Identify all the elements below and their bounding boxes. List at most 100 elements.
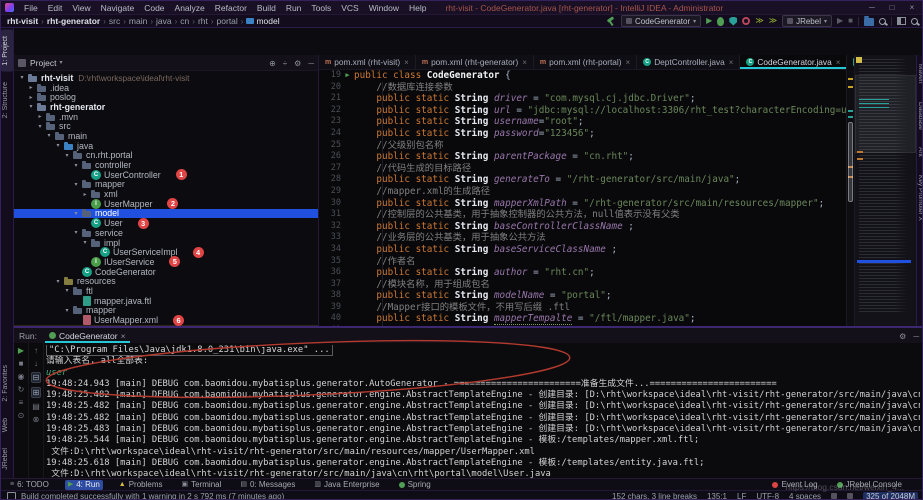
menu-edit[interactable]: Edit	[43, 3, 68, 13]
tree-arrow-icon[interactable]: ▾	[63, 307, 71, 314]
tree-arrow-icon[interactable]: ▾	[72, 181, 80, 188]
tree-item-user[interactable]: CUser3	[14, 218, 318, 228]
breadcrumb-item-rht-visit[interactable]: rht-visit	[7, 16, 38, 26]
editor-tab-pom-xml-rht-portal-[interactable]: mpom.xml (rht-portal)×	[534, 55, 637, 69]
breadcrumb-item-cn[interactable]: cn	[180, 16, 189, 26]
code-minimap[interactable]	[854, 55, 916, 353]
find-in-path-button[interactable]	[879, 18, 886, 25]
tree-item-poslog[interactable]: ▸poslog	[14, 92, 318, 102]
tool-strip-1-project[interactable]: 1: Project	[1, 30, 13, 72]
toolwindow-event-log[interactable]: Event Log	[769, 480, 820, 490]
menu-run[interactable]: Run	[281, 3, 307, 13]
tree-item-codegenerator[interactable]: CCodeGenerator	[14, 267, 318, 277]
tree-item-service[interactable]: ▾service	[14, 228, 318, 238]
restore-layout-button[interactable]: ↻	[18, 385, 25, 394]
debug-button[interactable]	[717, 17, 724, 26]
tree-item-controller[interactable]: ▾controller	[14, 160, 318, 170]
soft-wrap-button[interactable]: ⊟	[31, 372, 42, 383]
status-widget-1[interactable]: 135:1	[707, 492, 727, 500]
up-stacktrace-button[interactable]: ↑	[34, 346, 38, 355]
tool-strip-ant[interactable]: Ant	[917, 147, 923, 157]
breadcrumb-item-model[interactable]: model	[246, 16, 279, 26]
collapse-all-button[interactable]: ÷	[283, 59, 287, 68]
attach-button[interactable]: ▶	[837, 16, 843, 26]
toolwindow-4-run[interactable]: ▶4: Run	[65, 480, 103, 490]
tool-strip-maven[interactable]: Maven	[917, 64, 923, 84]
tree-item-userserviceimpl[interactable]: CUserServiceImpl4	[14, 247, 318, 257]
menu-analyze[interactable]: Analyze	[170, 3, 210, 13]
menu-build[interactable]: Build	[252, 3, 281, 13]
pin-button[interactable]: ⊙	[18, 411, 25, 420]
tool-strip-2-favorites[interactable]: 2: Favorites	[1, 359, 13, 408]
recent-projects-button[interactable]	[864, 18, 874, 26]
settings-button[interactable]: ⚙	[899, 332, 906, 341]
breadcrumb-item-rht[interactable]: rht	[198, 16, 208, 26]
menu-file[interactable]: File	[19, 3, 43, 13]
toolwindow-spring[interactable]: Spring	[396, 480, 434, 490]
tree-arrow-icon[interactable]: ▾	[54, 278, 62, 285]
hide-button[interactable]: ─	[308, 59, 314, 68]
tree-arrow-icon[interactable]: ▾	[72, 210, 80, 217]
menu-window[interactable]: Window	[364, 3, 404, 13]
toolwindow-problems[interactable]: ▲Problems	[116, 480, 166, 490]
tree-item-rht-generator[interactable]: ▾rht-generator	[14, 102, 318, 112]
close-icon[interactable]: ×	[121, 331, 126, 341]
coverage-button[interactable]: ◉	[18, 372, 25, 381]
console-output[interactable]: "C:\Program Files\Java\jdk1.8.0_231\bin\…	[46, 345, 920, 481]
tree-arrow-icon[interactable]: ▾	[81, 239, 89, 246]
run-button[interactable]: ▶	[706, 16, 712, 26]
close-icon[interactable]: ×	[522, 58, 527, 67]
close-button[interactable]: ×	[902, 3, 922, 12]
down-stacktrace-button[interactable]: ↓	[34, 359, 38, 368]
tree-item-usermapper[interactable]: IUserMapper2	[14, 199, 318, 209]
toolwindow-jrebel-console[interactable]: JRebel Console	[834, 480, 905, 490]
window-layout-icon[interactable]	[7, 492, 16, 500]
menu-vcs[interactable]: VCS	[336, 3, 363, 13]
print-button[interactable]: ▤	[32, 402, 40, 411]
menu-code[interactable]: Code	[139, 3, 169, 13]
tree-arrow-icon[interactable]: ▸	[27, 84, 35, 91]
status-widget-3[interactable]: UTF-8	[756, 492, 779, 500]
screen-reader-icon[interactable]	[847, 493, 853, 499]
close-icon[interactable]: ×	[626, 58, 631, 67]
tree-item-mapper.java.ftl[interactable]: mapper.java.ftl	[14, 296, 318, 306]
menu-navigate[interactable]: Navigate	[96, 3, 140, 13]
search-everywhere-button[interactable]	[911, 18, 918, 25]
tree-item-.mvn[interactable]: ▸.mvn	[14, 112, 318, 122]
breadcrumb-item-main[interactable]: main	[129, 16, 147, 26]
menu-view[interactable]: View	[67, 3, 95, 13]
editor-tab-pom-xml-rht-generator-[interactable]: mpom.xml (rht-generator)×	[416, 55, 534, 69]
tree-item-resources[interactable]: ▾resources	[14, 276, 318, 286]
dump-threads-button[interactable]: ≡	[19, 398, 24, 407]
toolwindow-terminal[interactable]: ▣Terminal	[179, 480, 225, 490]
maximize-button[interactable]: □	[882, 3, 902, 12]
tree-item-src[interactable]: ▾src	[14, 121, 318, 131]
error-stripe[interactable]	[846, 70, 854, 353]
tree-item-rht-visit[interactable]: ▾rht-visitD:\rht\workspace\ideal\rht-vis…	[14, 73, 318, 83]
build-hammer-icon[interactable]	[606, 16, 616, 26]
editor-vscrollbar-thumb[interactable]	[848, 122, 853, 202]
run-config-combo[interactable]: CodeGenerator▾	[621, 15, 701, 27]
close-icon[interactable]: ×	[836, 58, 841, 67]
tree-arrow-icon[interactable]: ▾	[18, 74, 26, 81]
breadcrumb-item-rht-generator[interactable]: rht-generator	[47, 16, 100, 26]
code-area[interactable]: 19▶public class CodeGenerator {20 //数据库连…	[319, 70, 846, 347]
tree-item-impl[interactable]: ▾impl	[14, 238, 318, 248]
tree-item-xml[interactable]: ▸xml	[14, 189, 318, 199]
tree-arrow-icon[interactable]: ▾	[63, 152, 71, 159]
menu-tools[interactable]: Tools	[306, 3, 336, 13]
tree-item-mapper[interactable]: ▾mapper	[14, 180, 318, 190]
tree-item-cn.rht.portal[interactable]: ▾cn.rht.portal	[14, 151, 318, 161]
locate-file-button[interactable]: ⊕	[269, 59, 276, 68]
status-widget-4[interactable]: 4 spaces	[789, 492, 821, 500]
tree-arrow-icon[interactable]: ▾	[36, 123, 44, 130]
layout-button[interactable]	[897, 17, 906, 25]
tree-arrow-icon[interactable]: ▸	[27, 94, 35, 101]
settings-button[interactable]: ⚙	[294, 59, 301, 68]
toolwindow-6-todo[interactable]: ≡6: TODO	[7, 480, 52, 490]
profiler-button[interactable]	[742, 17, 750, 25]
tree-arrow-icon[interactable]: ▾	[54, 142, 62, 149]
tree-arrow-icon[interactable]: ▾	[72, 162, 80, 169]
lock-icon[interactable]	[831, 493, 837, 499]
close-icon[interactable]: ×	[729, 58, 734, 67]
